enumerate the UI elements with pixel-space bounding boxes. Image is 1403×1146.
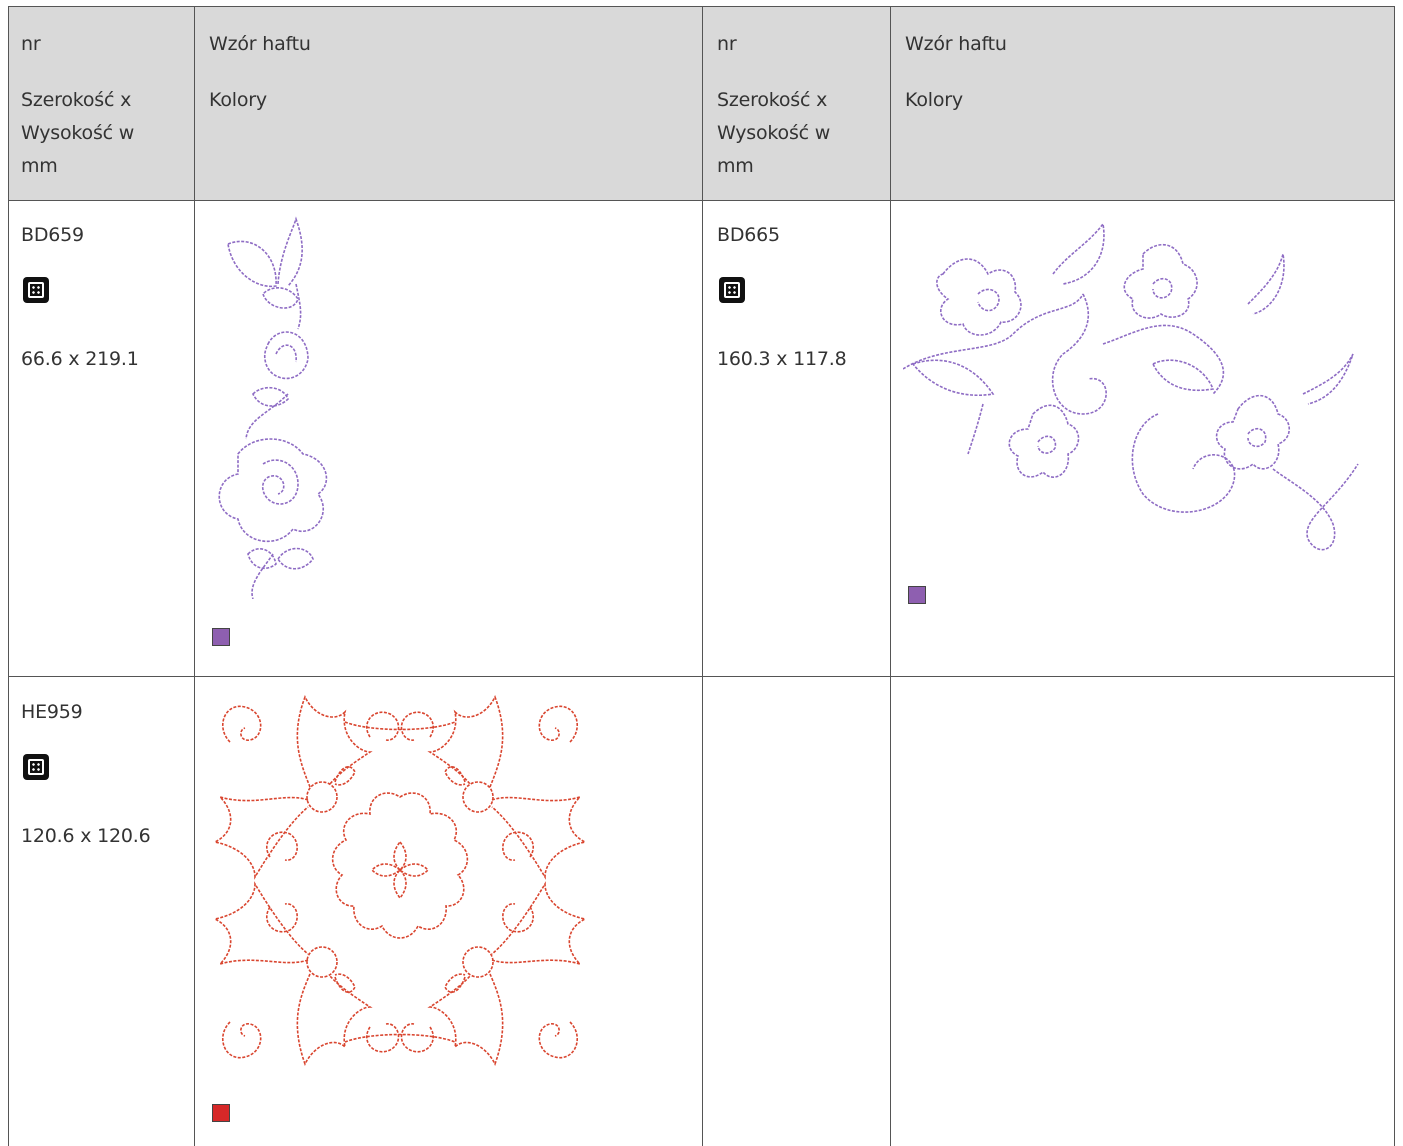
design-size: 120.6 x 120.6 — [21, 825, 151, 847]
header-design: Wzór haftu — [905, 33, 1007, 55]
header-nr: nr — [21, 33, 41, 55]
design-size: 160.3 x 117.8 — [717, 348, 847, 370]
floral-border-pattern — [218, 216, 328, 599]
quilt-stitch-icon — [23, 277, 49, 303]
design-number: BD659 — [21, 224, 84, 246]
header-size: Szerokość x Wysokość w mm — [21, 89, 135, 177]
header-colors: Kolory — [209, 89, 267, 111]
quilt-stitch-icon — [719, 277, 745, 303]
embroidery-table: nr Szerokość x Wysokość w mm Wzór haftu … — [8, 6, 1395, 1146]
design-number: BD665 — [717, 224, 780, 246]
design-size: 66.6 x 219.1 — [21, 348, 139, 370]
color-swatch — [908, 586, 926, 604]
color-swatch — [212, 1104, 230, 1122]
header-nr: nr — [717, 33, 737, 55]
floral-vine-pattern — [903, 222, 1359, 551]
header-size: Szerokość x Wysokość w mm — [717, 89, 831, 177]
ornamental-square-pattern — [212, 695, 588, 1067]
color-swatch — [212, 628, 230, 646]
header-design: Wzór haftu — [209, 33, 311, 55]
header-colors: Kolory — [905, 89, 963, 111]
quilt-stitch-icon — [23, 754, 49, 780]
design-number: HE959 — [21, 701, 83, 723]
